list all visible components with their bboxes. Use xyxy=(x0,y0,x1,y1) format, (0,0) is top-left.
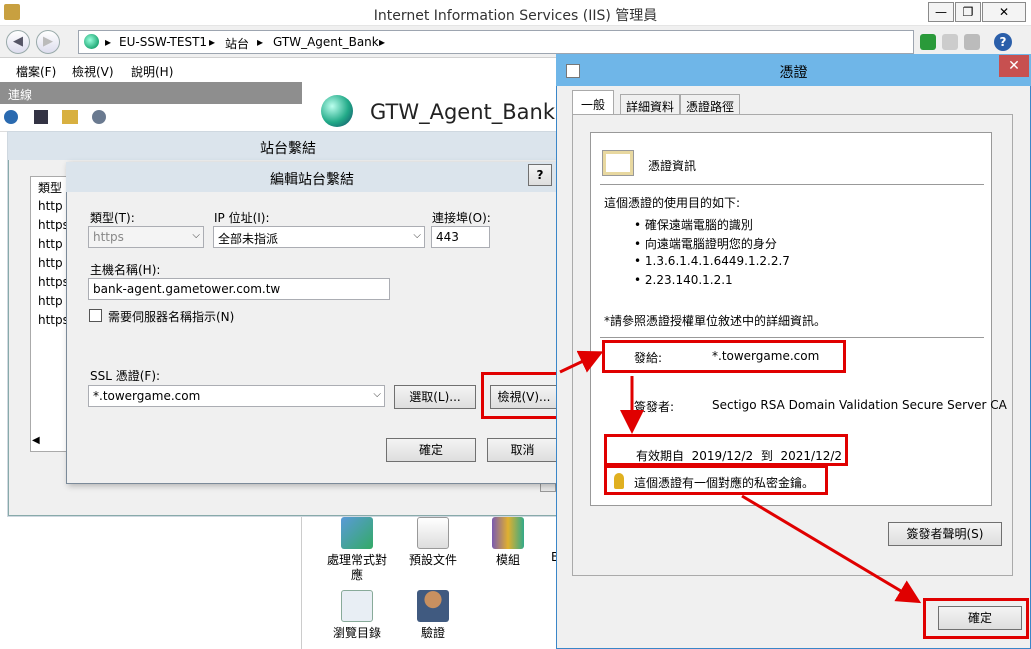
arrow-to-ok xyxy=(741,494,922,604)
arrow-to-issued-to xyxy=(559,350,604,374)
annotation-arrows xyxy=(559,350,922,604)
